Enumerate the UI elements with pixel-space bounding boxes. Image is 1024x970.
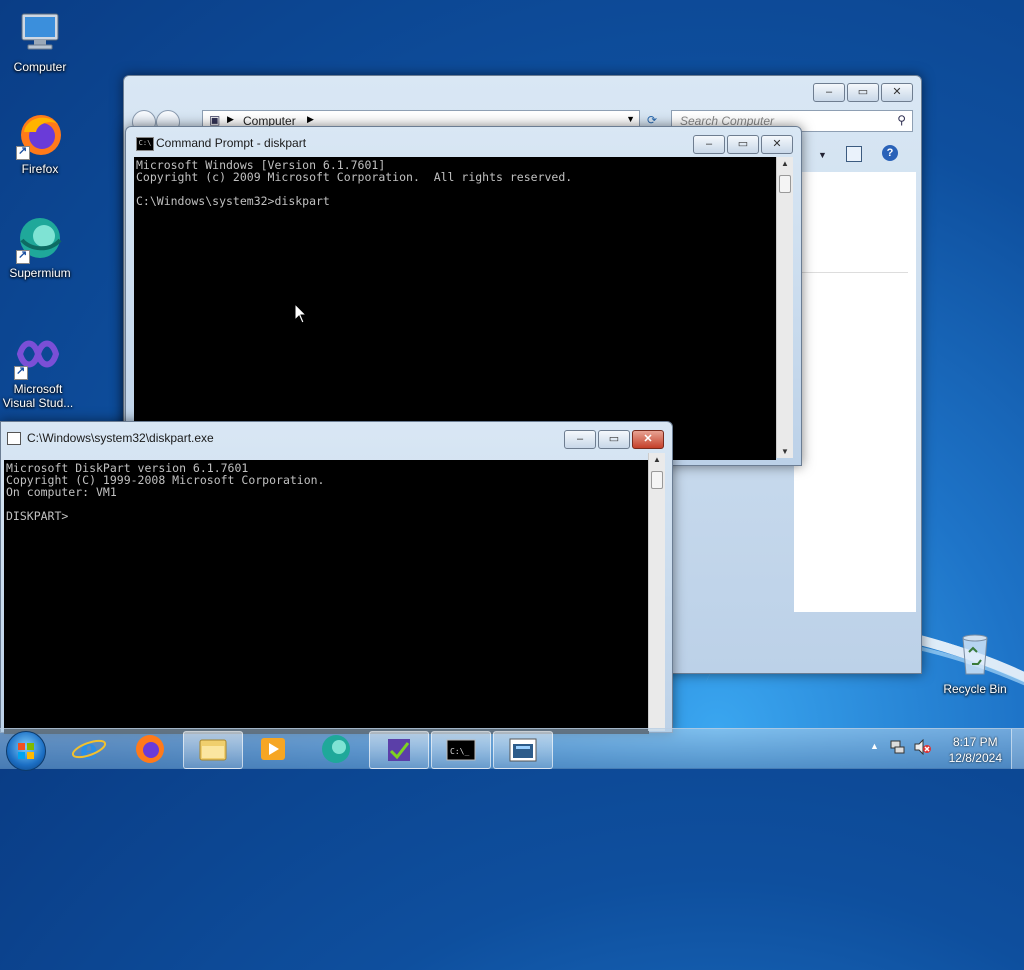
scroll-up-icon[interactable]: ▲ xyxy=(777,159,793,168)
maximize-icon: ▭ xyxy=(608,433,620,445)
cmd-minimize-button[interactable]: ‒ xyxy=(693,135,725,154)
search-icon: ⚲ xyxy=(897,113,906,127)
svg-text:e: e xyxy=(80,733,98,766)
svg-text:C:\_: C:\_ xyxy=(450,747,469,756)
scroll-down-icon[interactable]: ▼ xyxy=(777,447,793,456)
scroll-thumb[interactable] xyxy=(651,471,663,489)
diskpart-window-icon xyxy=(7,432,21,445)
mouse-cursor-icon xyxy=(295,304,307,324)
explorer-minimize-button[interactable]: ‒ xyxy=(813,83,845,102)
cmd-title: Command Prompt - diskpart xyxy=(156,136,307,150)
command-prompt-icon: C:\_ xyxy=(446,739,476,761)
minimize-icon: ‒ xyxy=(705,138,713,150)
taskbar-windows-explorer[interactable] xyxy=(183,731,243,769)
media-player-icon xyxy=(261,738,285,760)
cmd-maximize-button[interactable]: ▭ xyxy=(727,135,759,154)
internet-explorer-icon: e xyxy=(71,733,107,766)
firefox-icon xyxy=(136,735,164,763)
minimize-icon: ‒ xyxy=(825,86,833,98)
taskbar-command-prompt[interactable]: C:\_ xyxy=(431,731,491,769)
diskpart-title: C:\Windows\system32\diskpart.exe xyxy=(27,431,214,445)
computer-small-icon: ▣ xyxy=(209,113,221,127)
shortcut-arrow-icon xyxy=(16,144,30,160)
diskpart-close-button[interactable]: ✕ xyxy=(632,430,664,449)
breadcrumb-arrow-icon: ▶ xyxy=(307,114,314,124)
desktop-icon-computer[interactable]: Computer xyxy=(2,8,78,74)
windows-explorer-icon xyxy=(199,739,227,761)
windows-logo-icon xyxy=(18,743,34,759)
diskpart-window[interactable]: C:\Windows\system32\diskpart.exe ‒ ▭ ✕ M… xyxy=(0,421,673,734)
scroll-up-icon[interactable]: ▲ xyxy=(649,455,665,464)
preview-pane-icon[interactable] xyxy=(846,146,862,162)
system-clock[interactable]: 8:17 PM 12/8/2024 xyxy=(949,734,1002,766)
taskbar-media-player[interactable] xyxy=(244,731,302,767)
supermium-icon xyxy=(16,214,64,264)
scroll-thumb[interactable] xyxy=(779,175,791,193)
taskbar-visual-studio[interactable] xyxy=(369,731,429,769)
chevron-down-icon[interactable]: ▼ xyxy=(626,114,635,124)
clock-time: 8:17 PM xyxy=(952,735,998,749)
explorer-close-button[interactable]: ✕ xyxy=(881,83,913,102)
taskbar-diskpart[interactable] xyxy=(493,731,553,769)
visual-studio-icon xyxy=(388,739,410,761)
close-icon: ✕ xyxy=(892,86,902,98)
maximize-icon: ▭ xyxy=(737,138,749,150)
breadcrumb-arrow-icon: ▶ xyxy=(227,114,234,124)
diskpart-console[interactable]: Microsoft DiskPart version 6.1.7601 Copy… xyxy=(4,460,649,734)
minimize-icon: ‒ xyxy=(576,433,584,445)
maximize-icon: ▭ xyxy=(857,86,869,98)
diskpart-scrollbar[interactable]: ▲ xyxy=(648,453,665,731)
supermium-icon xyxy=(322,735,350,763)
shortcut-arrow-icon xyxy=(16,248,30,264)
taskbar-firefox[interactable] xyxy=(121,731,179,767)
clock-date: 12/8/2024 xyxy=(948,751,1002,765)
desktop-icon-visual-studio[interactable]: Microsoft Visual Stud... xyxy=(0,330,76,410)
recycle-bin-icon xyxy=(951,630,999,678)
desktop-icon-supermium[interactable]: Supermium xyxy=(2,214,78,280)
volume-muted-icon[interactable] xyxy=(914,738,932,758)
help-icon[interactable]: ? xyxy=(882,145,898,161)
explorer-content[interactable] xyxy=(794,172,916,612)
visual-studio-icon xyxy=(14,330,62,380)
start-button[interactable] xyxy=(6,731,46,771)
desktop-icon-label: Computer xyxy=(13,60,67,74)
shortcut-arrow-icon xyxy=(14,364,28,380)
desktop-icon-label: Supermium xyxy=(9,266,71,280)
desktop-icon-label: Firefox xyxy=(21,162,59,176)
chevron-down-icon[interactable]: ▼ xyxy=(818,150,827,160)
explorer-maximize-button[interactable]: ▭ xyxy=(847,83,879,102)
desktop-icon-label: Microsoft Visual Stud... xyxy=(2,382,74,410)
taskbar-internet-explorer[interactable]: e xyxy=(60,731,118,767)
show-hidden-icons-icon[interactable]: ▲ xyxy=(870,741,879,751)
show-desktop-button[interactable] xyxy=(1011,729,1024,769)
close-icon: ✕ xyxy=(772,138,782,150)
cmd-scrollbar[interactable]: ▲ ▼ xyxy=(776,157,793,458)
command-prompt-icon: C:\ xyxy=(136,137,154,151)
diskpart-minimize-button[interactable]: ‒ xyxy=(564,430,596,449)
close-icon: ✕ xyxy=(643,433,653,445)
diskpart-maximize-button[interactable]: ▭ xyxy=(598,430,630,449)
cmd-window[interactable]: C:\ Command Prompt - diskpart ‒ ▭ ✕ Micr… xyxy=(125,126,802,466)
desktop-icon-label: Recycle Bin xyxy=(943,682,1007,696)
firefox-icon xyxy=(16,110,64,160)
cmd-console[interactable]: Microsoft Windows [Version 6.1.7601] Cop… xyxy=(134,157,776,460)
computer-icon xyxy=(16,8,64,56)
toolbar-right: ▼ ? xyxy=(792,145,912,170)
desktop-icon-recycle-bin[interactable]: Recycle Bin xyxy=(937,630,1013,696)
network-icon[interactable] xyxy=(890,739,906,758)
desktop-icon-firefox[interactable]: Firefox xyxy=(2,110,78,176)
cmd-close-button[interactable]: ✕ xyxy=(761,135,793,154)
taskbar-supermium[interactable] xyxy=(307,731,365,767)
diskpart-icon xyxy=(509,738,537,762)
taskbar: e C:\_ ▲ 8:17 PM 12/8/2024 xyxy=(0,728,1024,771)
